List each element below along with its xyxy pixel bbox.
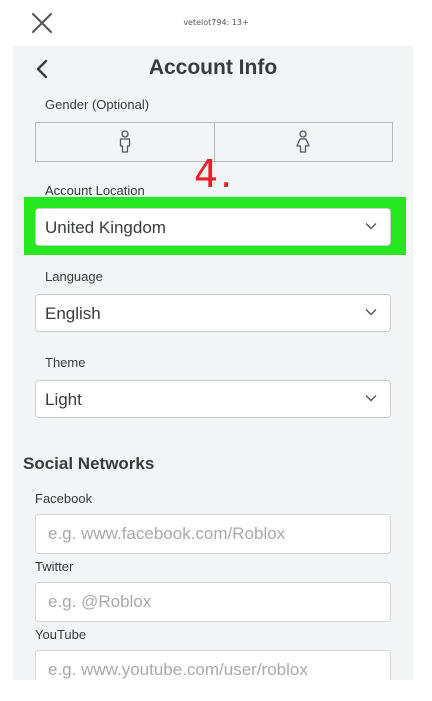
- chevron-down-icon: [365, 309, 377, 316]
- theme-value: Light: [45, 390, 82, 409]
- theme-select[interactable]: Light: [35, 380, 391, 418]
- facebook-input[interactable]: [48, 524, 368, 544]
- chevron-down-icon: [365, 395, 377, 402]
- theme-label: Theme: [45, 355, 86, 370]
- account-location-value: United Kingdom: [45, 218, 166, 237]
- twitter-field[interactable]: [35, 582, 391, 622]
- language-label: Language: [45, 269, 103, 284]
- social-networks-heading: Social Networks: [23, 454, 155, 473]
- gender-label: Gender (Optional): [45, 97, 150, 112]
- account-location-label: Account Location: [45, 183, 145, 198]
- male-icon: [119, 130, 130, 153]
- youtube-input[interactable]: [48, 660, 368, 680]
- account-location-select[interactable]: United Kingdom: [35, 208, 391, 246]
- language-value: English: [45, 304, 101, 323]
- twitter-label: Twitter: [35, 559, 74, 574]
- chevron-down-icon: [365, 223, 377, 230]
- youtube-field[interactable]: [35, 650, 391, 680]
- step-annotation: 4.: [194, 152, 235, 196]
- account-info-panel: Account Info Gender (Optional) Account L…: [13, 46, 413, 680]
- twitter-input[interactable]: [48, 592, 368, 612]
- language-select[interactable]: English: [35, 294, 391, 332]
- youtube-label: YouTube: [35, 627, 87, 642]
- female-icon: [296, 130, 310, 153]
- page-title: Account Info: [148, 56, 278, 79]
- facebook-field[interactable]: [35, 514, 391, 554]
- username-label: vetelot794: 13+: [183, 18, 249, 27]
- gender-option-female[interactable]: [213, 123, 393, 161]
- gender-option-male[interactable]: [36, 123, 214, 161]
- facebook-label: Facebook: [35, 491, 93, 506]
- top-bar: vetelot794: 13+: [0, 0, 432, 46]
